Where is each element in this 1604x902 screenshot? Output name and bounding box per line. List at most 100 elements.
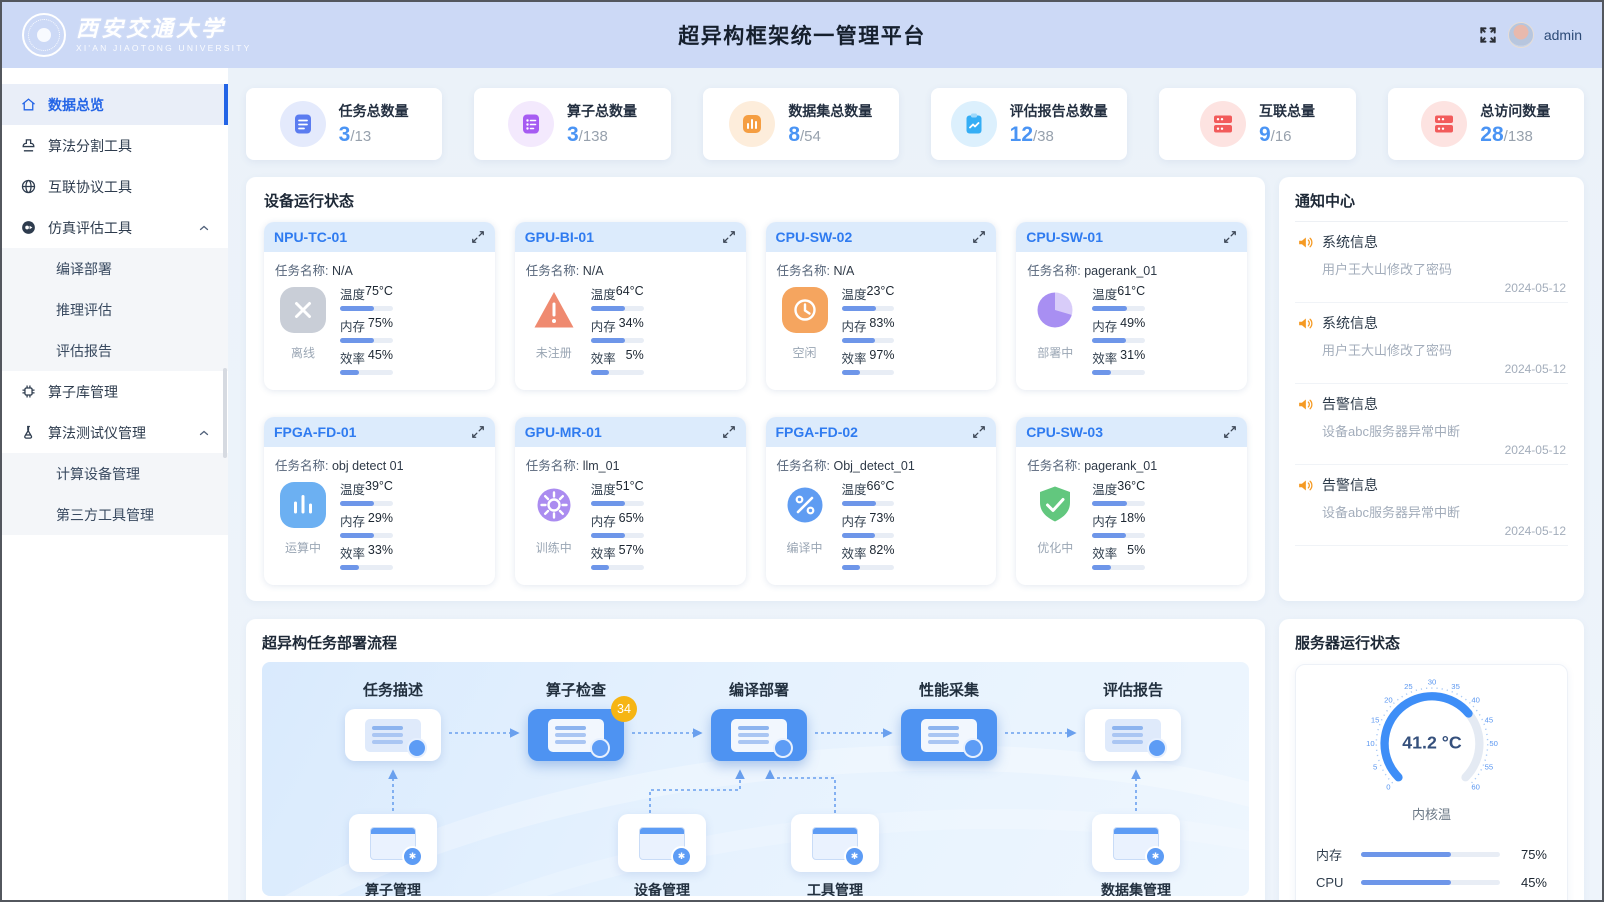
speaker-icon (1297, 477, 1314, 494)
device-task: 任务名称: pagerank_01 (1027, 455, 1236, 474)
notification-item[interactable]: 系统信息 用户王大山修改了密码 2024-05-12 (1295, 222, 1568, 303)
device-metric: 效率5% (1092, 543, 1145, 570)
metric-label: 效率 (591, 543, 616, 562)
metric-bar (591, 338, 644, 343)
notification-item[interactable]: 告警信息 设备abc服务器异常中断 2024-05-12 (1295, 465, 1568, 546)
flow-tool-device-manage[interactable]: 设备管理 (592, 814, 732, 896)
sidebar-subitem-compile-deploy[interactable]: 编译部署 (2, 248, 228, 289)
device-status-label: 编译中 (777, 539, 833, 556)
device-status-label: 空闲 (777, 344, 833, 361)
task-doc-icon (291, 112, 315, 136)
sidebar-scrollbar[interactable] (223, 368, 227, 458)
metric-bar (842, 306, 895, 311)
svg-text:25: 25 (1404, 682, 1413, 691)
metric-label: 效率 (1092, 543, 1117, 562)
stat-card-visits: 总访问数量 28/138 (1388, 88, 1584, 160)
page-title: 超异构框架统一管理平台 (352, 20, 1252, 50)
metric-label: 温度 (842, 479, 867, 498)
avatar[interactable] (1508, 22, 1534, 48)
flow-step-operator-check[interactable]: 算子检查 34 (511, 679, 641, 761)
svg-text:20: 20 (1384, 695, 1393, 704)
metric-label: 温度 (591, 284, 616, 303)
svg-text:5: 5 (1372, 763, 1376, 772)
sidebar-item-algo-tester[interactable]: 算法测试仪管理 (2, 412, 228, 453)
metric-value: 57% (619, 543, 644, 562)
device-task: 任务名称: llm_01 (526, 455, 735, 474)
metric-value: 97% (869, 348, 894, 367)
expand-icon[interactable] (972, 230, 986, 244)
sidebar-item-simulation-eval[interactable]: 仿真评估工具 (2, 207, 228, 248)
expand-icon[interactable] (972, 425, 986, 439)
stat-card-interconnect: 互联总量 9/16 (1159, 88, 1355, 160)
metric-label: 内存 (340, 511, 365, 530)
device-status-panel: 设备运行状态 NPU-TC-01 任务名称: N/A 离线 温度75°C内存75… (246, 177, 1265, 601)
device-metric: 温度51°C (591, 479, 644, 506)
device-metric: 内存29% (340, 511, 393, 538)
metric-bar (591, 501, 644, 506)
university-logo: 西安交通大学 XI'AN JIAOTONG UNIVERSITY (22, 13, 352, 57)
metric-value: 49% (1120, 316, 1145, 335)
fullscreen-icon[interactable] (1478, 25, 1498, 45)
sidebar-subitem-eval-report[interactable]: 评估报告 (2, 330, 228, 371)
sidebar-item-operator-lib[interactable]: 算子库管理 (2, 371, 228, 412)
notification-title: 通知中心 (1295, 190, 1568, 222)
metric-bar (591, 306, 644, 311)
device-card-header: CPU-SW-01 (1016, 222, 1247, 252)
sidebar-item-data-overview[interactable]: 数据总览 (2, 84, 228, 125)
expand-icon[interactable] (722, 230, 736, 244)
svg-text:60: 60 (1471, 783, 1480, 792)
metric-bar (340, 533, 393, 538)
device-metric: 内存18% (1092, 511, 1145, 538)
notification-item[interactable]: 系统信息 用户王大山修改了密码 2024-05-12 (1295, 303, 1568, 384)
notification-list: 系统信息 用户王大山修改了密码 2024-05-12 系统信息 用户王大山修改了… (1295, 222, 1568, 546)
flow-step-compile-deploy[interactable]: 编译部署 (694, 679, 824, 761)
metric-value: 75°C (365, 284, 393, 303)
expand-icon[interactable] (471, 230, 485, 244)
device-metric: 内存73% (842, 511, 895, 538)
device-status-icon (531, 287, 577, 333)
compile-deploy-icon (731, 719, 787, 752)
flow-tool-operator-manage[interactable]: 算子管理 (323, 814, 463, 896)
device-status-label: 离线 (275, 344, 331, 361)
metric-value: 45% (368, 348, 393, 367)
sidebar-subitem-inference-eval[interactable]: 推理评估 (2, 289, 228, 330)
chip-icon (20, 383, 37, 400)
username[interactable]: admin (1544, 27, 1582, 43)
metric-bar (340, 338, 393, 343)
flow-tool-tool-manage[interactable]: 工具管理 (765, 814, 905, 896)
sidebar-subitem-thirdparty-tool-mgmt[interactable]: 第三方工具管理 (2, 494, 228, 535)
metric-bar (1092, 338, 1145, 343)
metric-label: 效率 (591, 348, 616, 367)
notification-item[interactable]: 告警信息 设备abc服务器异常中断 2024-05-12 (1295, 384, 1568, 465)
sidebar-subitem-compute-device-mgmt[interactable]: 计算设备管理 (2, 453, 228, 494)
expand-icon[interactable] (1223, 230, 1237, 244)
metric-label: 温度 (1092, 284, 1117, 303)
sidebar-item-interconnect-protocol[interactable]: 互联协议工具 (2, 166, 228, 207)
svg-text:40: 40 (1471, 695, 1480, 704)
flow-tool-dataset-manage[interactable]: 数据集管理 (1066, 814, 1206, 896)
metric-bar (1092, 501, 1145, 506)
metric-bar (340, 306, 393, 311)
home-icon (20, 96, 37, 113)
stamp-tool-icon (20, 137, 37, 154)
sidebar-item-algo-split[interactable]: 算法分割工具 (2, 125, 228, 166)
device-task: 任务名称: N/A (275, 260, 484, 279)
dataset-manage-icon (1113, 827, 1159, 860)
university-emblem-icon (22, 13, 66, 57)
device-status-icon (1032, 287, 1078, 333)
metric-label: 内存 (1092, 511, 1117, 530)
flow-step-perf-collect[interactable]: 性能采集 (884, 679, 1014, 761)
dataset-chart-icon (740, 112, 764, 136)
expand-icon[interactable] (722, 425, 736, 439)
device-card-header: FPGA-FD-01 (264, 417, 495, 447)
device-card: CPU-SW-01 任务名称: pagerank_01 部署中 温度61°C内存… (1016, 222, 1247, 390)
flow-step-task-desc[interactable]: 任务描述 (328, 679, 458, 761)
operator-doc-icon (519, 112, 543, 136)
stat-card-reports: 评估报告总数量 12/38 (931, 88, 1127, 160)
flow-step-eval-report[interactable]: 评估报告 (1068, 679, 1198, 761)
metric-bar (842, 565, 895, 570)
metric-label: 效率 (842, 348, 867, 367)
expand-icon[interactable] (1223, 425, 1237, 439)
metric-bar (842, 338, 895, 343)
expand-icon[interactable] (471, 425, 485, 439)
